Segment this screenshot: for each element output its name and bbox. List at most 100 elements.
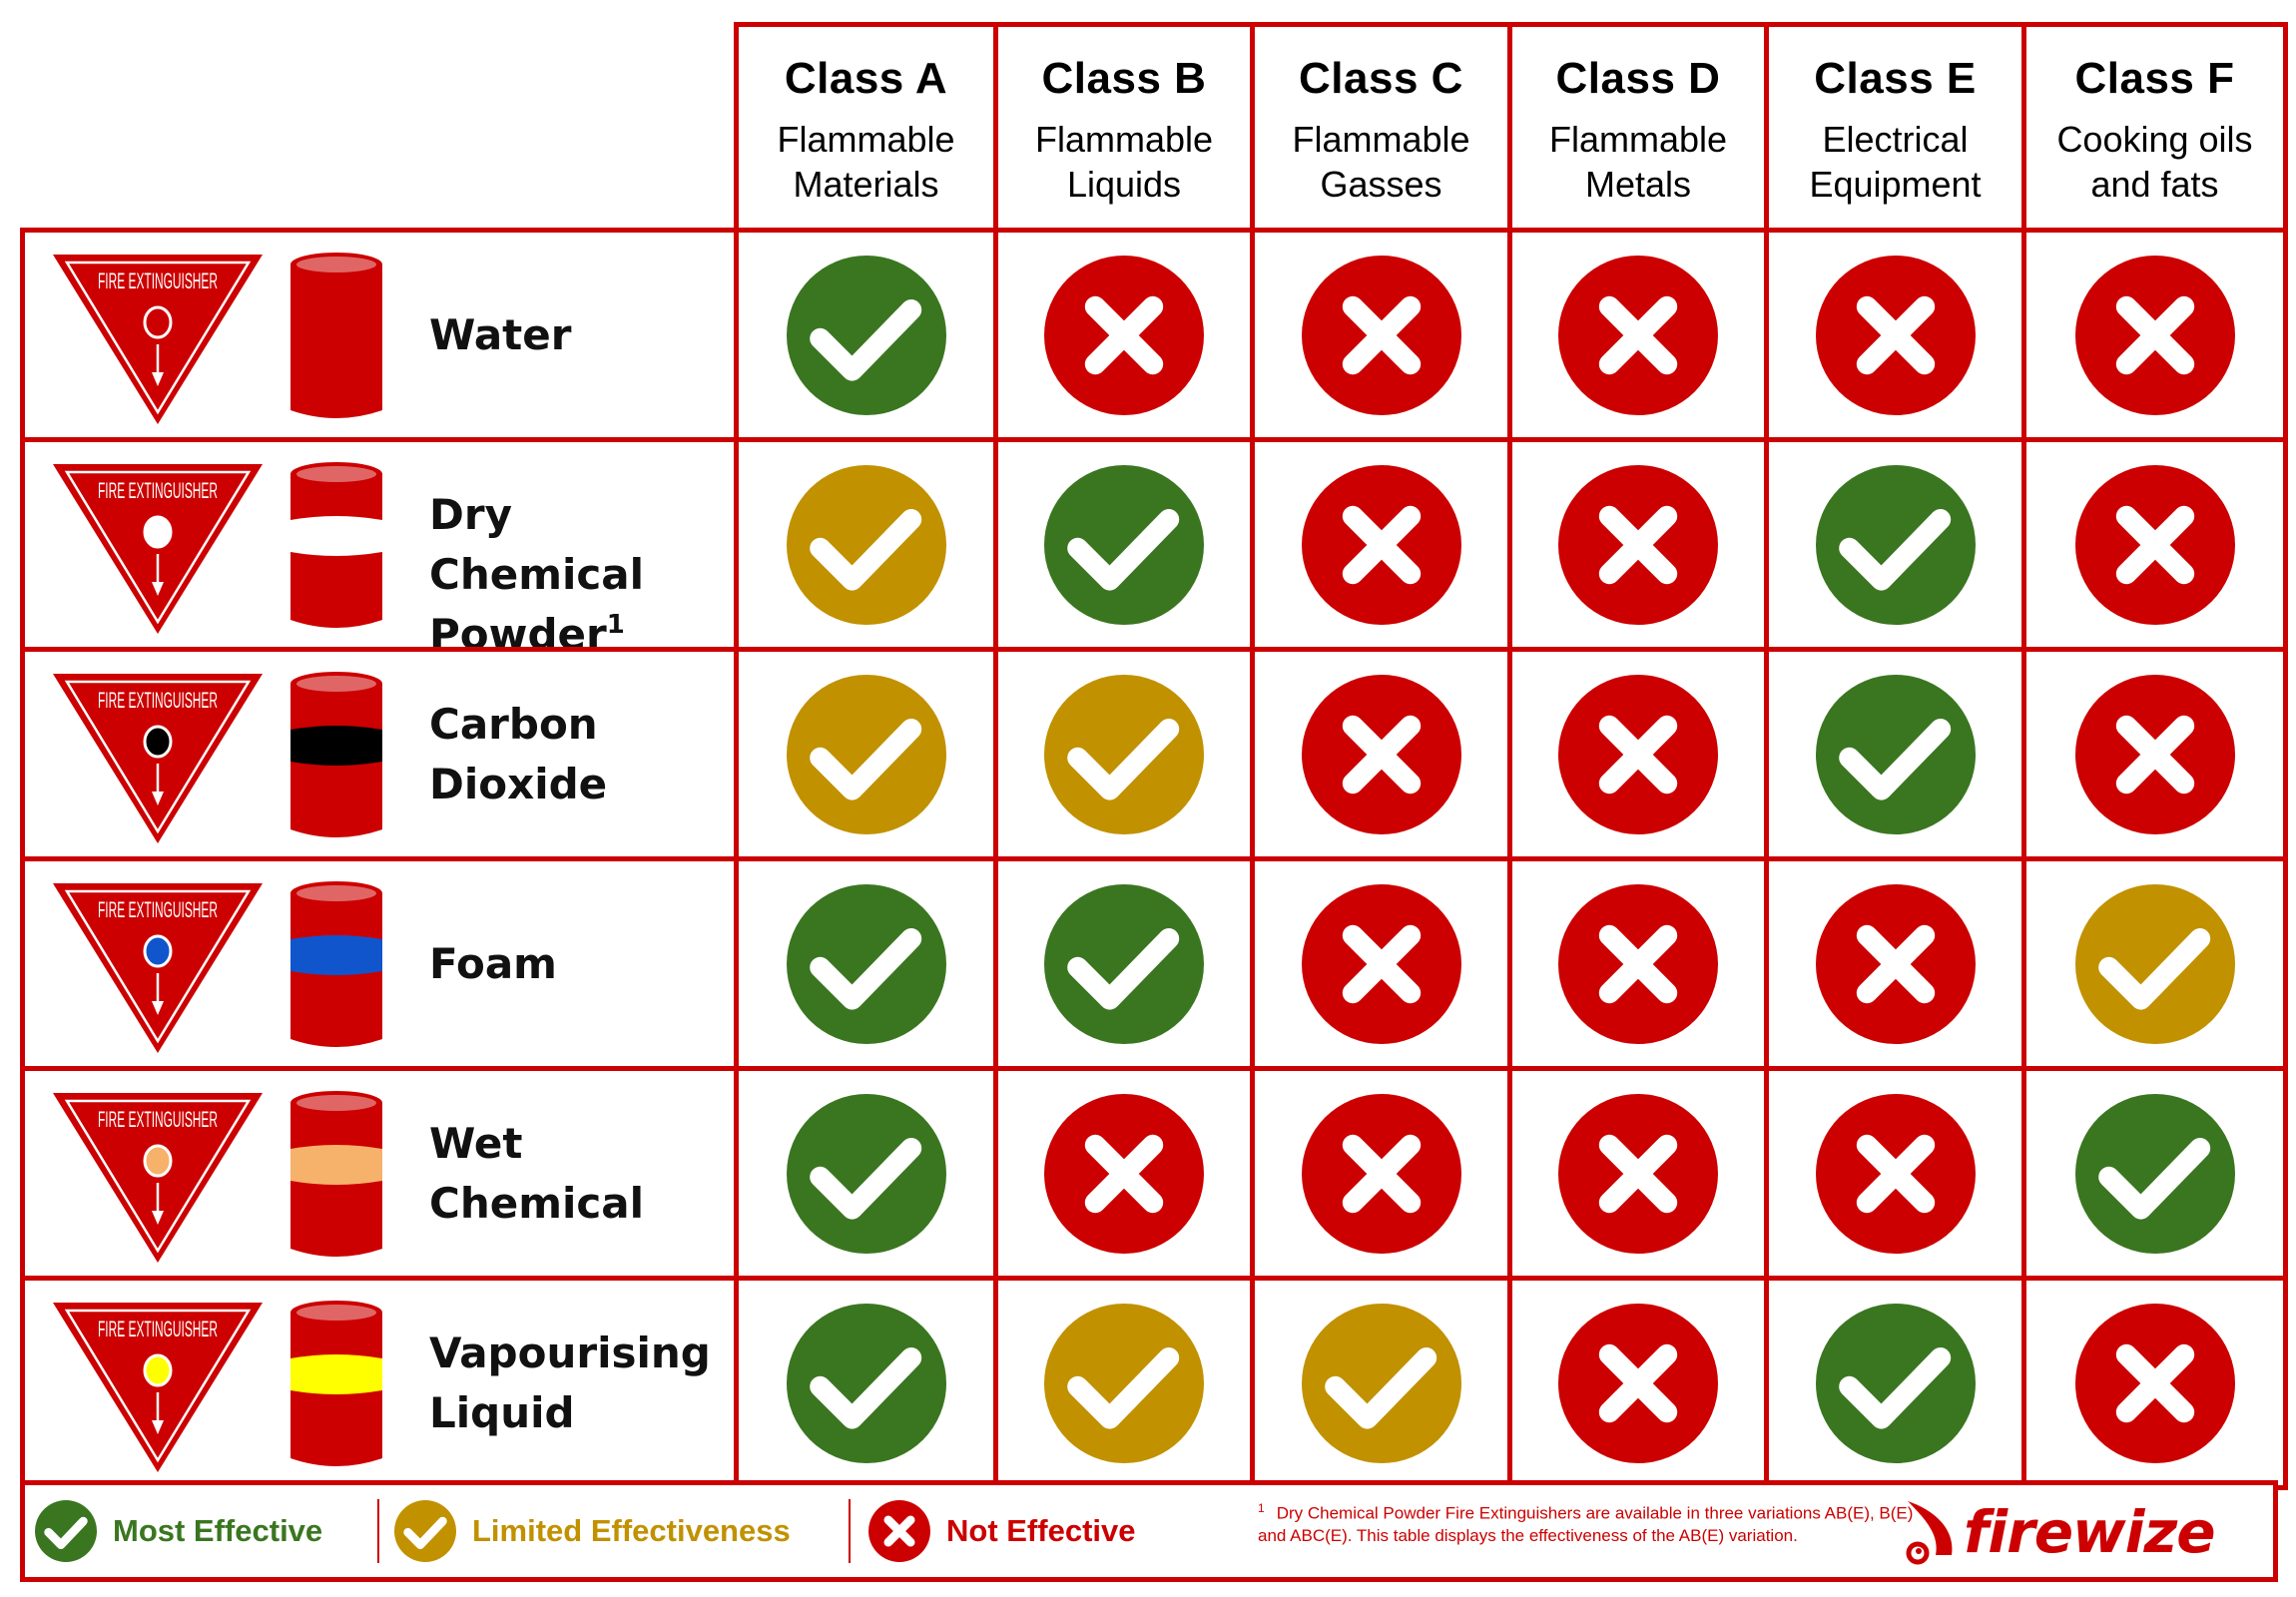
class-description-line: Gasses xyxy=(1320,164,1442,205)
extinguisher-name-text: Vapourising xyxy=(429,1328,711,1377)
extinguisher-cylinder-icon xyxy=(290,1091,382,1257)
x-circle-icon xyxy=(2074,674,2235,834)
x-circle-icon xyxy=(1815,883,1976,1044)
check-circle-icon xyxy=(786,1093,946,1254)
extinguisher-name-line: Dioxide xyxy=(429,755,607,814)
svg-text:FIRE EXTINGUISHER: FIRE EXTINGUISHER xyxy=(98,478,218,503)
extinguisher-name-text: Liquid xyxy=(429,1387,575,1437)
x-circle-icon xyxy=(1558,255,1718,415)
effectiveness-cell xyxy=(2021,1276,2288,1490)
effectiveness-cell xyxy=(734,437,998,652)
extinguisher-type-name: Vapourising Liquid xyxy=(429,1324,711,1443)
check-circle-icon xyxy=(1044,883,1204,1044)
x-circle-icon xyxy=(1558,674,1718,834)
extinguisher-type-name: Carbon Dioxide xyxy=(429,695,607,814)
class-description-line: Flammable xyxy=(1548,119,1728,160)
check-circle-icon xyxy=(2074,883,2235,1044)
effectiveness-cell xyxy=(1764,1066,2026,1281)
effectiveness-cell xyxy=(734,856,998,1071)
x-circle-icon xyxy=(868,1500,930,1562)
x-circle-icon xyxy=(2074,464,2235,625)
extinguisher-cylinder-icon xyxy=(290,672,382,837)
legend-divider xyxy=(377,1499,379,1563)
legend-label-not: Not Effective xyxy=(946,1513,1136,1548)
check-circle-icon xyxy=(35,1500,97,1562)
effectiveness-cell xyxy=(734,1066,998,1281)
extinguisher-name-text: Dioxide xyxy=(429,759,608,808)
effectiveness-cell xyxy=(1507,437,1769,652)
effectiveness-cell xyxy=(1507,1066,1769,1281)
x-circle-icon xyxy=(1815,1093,1976,1254)
class-description-line: Flammable xyxy=(1034,119,1214,160)
class-description: Flammable Liquids xyxy=(998,117,1250,207)
effectiveness-cell xyxy=(1507,228,1769,442)
extinguisher-row-label: FIRE EXTINGUISHER Wet Chemical xyxy=(20,1066,739,1281)
flame-icon xyxy=(1906,1501,1953,1565)
x-circle-icon xyxy=(1558,883,1718,1044)
class-description: Flammable Gasses xyxy=(1255,117,1507,207)
effectiveness-cell xyxy=(993,437,1255,652)
check-circle-icon xyxy=(1044,674,1204,834)
extinguisher-name-text: Chemical xyxy=(429,1178,645,1228)
class-description-line: Flammable xyxy=(777,119,955,160)
extinguisher-cylinder-icon xyxy=(290,1301,382,1466)
effectiveness-cell xyxy=(1764,647,2026,861)
legend-not-effective: Not Effective xyxy=(868,1485,1135,1577)
class-description-line: and fats xyxy=(2090,164,2219,205)
check-circle-icon xyxy=(786,464,946,625)
x-circle-icon xyxy=(1044,1093,1204,1254)
class-description: Flammable Metals xyxy=(1512,117,1764,207)
effectiveness-cell xyxy=(2021,437,2288,652)
extinguisher-name-line: Wet xyxy=(429,1114,644,1174)
x-circle-icon xyxy=(1301,883,1461,1044)
fire-extinguisher-sign-icon: FIRE EXTINGUISHER xyxy=(53,1093,263,1263)
fire-extinguisher-sign-icon: FIRE EXTINGUISHER xyxy=(53,255,263,424)
footnote-reference: 1 xyxy=(606,609,625,640)
x-circle-icon xyxy=(2074,1303,2235,1463)
class-description-line: Flammable xyxy=(1292,119,1470,160)
check-circle-icon xyxy=(1815,674,1976,834)
check-circle-icon xyxy=(1815,464,1976,625)
extinguisher-name-text: Wet xyxy=(429,1118,523,1168)
effectiveness-cell xyxy=(2021,856,2288,1071)
class-description-line: Metals xyxy=(1584,164,1692,205)
effectiveness-cell xyxy=(734,228,998,442)
effectiveness-cell xyxy=(993,1276,1255,1490)
fire-extinguisher-sign-icon: FIRE EXTINGUISHER xyxy=(53,674,263,843)
check-circle-icon xyxy=(2074,1093,2235,1254)
class-title: Class F xyxy=(2074,54,2235,103)
legend-most-effective: Most Effective xyxy=(35,1485,322,1577)
extinguisher-name-line: Vapourising xyxy=(429,1324,711,1383)
effectiveness-cell xyxy=(2021,647,2288,861)
footnote-marker: 1 xyxy=(1258,1501,1265,1515)
x-circle-icon xyxy=(1301,464,1461,625)
class-title: Class C xyxy=(1299,54,1463,103)
x-circle-icon xyxy=(1558,464,1718,625)
fire-extinguisher-sign-icon: FIRE EXTINGUISHER xyxy=(53,464,263,634)
logo-text: firewize xyxy=(1964,1498,2216,1566)
effectiveness-cell xyxy=(1250,856,1512,1071)
extinguisher-row-label: FIRE EXTINGUISHER Foam xyxy=(20,856,739,1071)
class-description-line: Liquids xyxy=(1066,164,1182,205)
check-circle-icon xyxy=(1301,1303,1461,1463)
effectiveness-cell xyxy=(1250,1276,1512,1490)
svg-text:FIRE EXTINGUISHER: FIRE EXTINGUISHER xyxy=(98,897,218,922)
extinguisher-name-line: Carbon xyxy=(429,695,607,755)
extinguisher-name-line: Dry Chemical xyxy=(429,485,734,605)
check-circle-icon xyxy=(786,255,946,415)
class-description: Flammable Materials xyxy=(739,117,993,207)
extinguisher-name-text: Dry Chemical xyxy=(429,489,645,599)
class-title: Class D xyxy=(1555,54,1721,103)
extinguisher-name-text: Water xyxy=(429,309,572,359)
effectiveness-cell xyxy=(993,647,1255,861)
effectiveness-cell xyxy=(1250,647,1512,861)
extinguisher-name-line: Water xyxy=(429,305,571,365)
effectiveness-cell xyxy=(993,856,1255,1071)
column-header: Class D Flammable Metals xyxy=(1507,22,1769,233)
x-circle-icon xyxy=(1044,255,1204,415)
x-circle-icon xyxy=(1558,1303,1718,1463)
effectiveness-cell xyxy=(1764,856,2026,1071)
extinguisher-type-name: Wet Chemical xyxy=(429,1114,644,1234)
class-description-line: Materials xyxy=(793,164,939,205)
legend-label-most: Most Effective xyxy=(113,1513,323,1548)
